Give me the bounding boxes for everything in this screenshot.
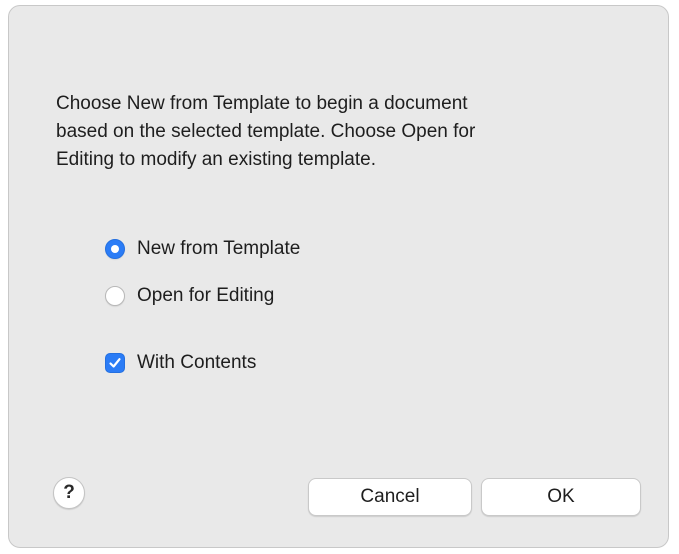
- template-open-dialog: Choose New from Template to begin a docu…: [8, 5, 669, 548]
- radio-button-selected[interactable]: [105, 239, 125, 259]
- radio-button-unselected[interactable]: [105, 286, 125, 306]
- radio-new-from-template[interactable]: New from Template: [105, 234, 300, 264]
- checkbox-with-contents[interactable]: With Contents: [105, 348, 256, 378]
- checkmark-icon: [109, 358, 121, 368]
- checkbox-checked[interactable]: [105, 353, 125, 373]
- question-mark-icon: ?: [63, 482, 75, 503]
- dialog-message: Choose New from Template to begin a docu…: [56, 93, 476, 170]
- radio-label-open-for-editing[interactable]: Open for Editing: [137, 285, 274, 307]
- ok-button[interactable]: OK: [481, 478, 641, 516]
- radio-dot: [111, 245, 119, 253]
- checkbox-label-with-contents[interactable]: With Contents: [137, 352, 256, 374]
- help-button[interactable]: ?: [53, 477, 85, 509]
- radio-open-for-editing[interactable]: Open for Editing: [105, 281, 274, 311]
- cancel-button[interactable]: Cancel: [308, 478, 472, 516]
- radio-label-new-from-template[interactable]: New from Template: [137, 238, 300, 260]
